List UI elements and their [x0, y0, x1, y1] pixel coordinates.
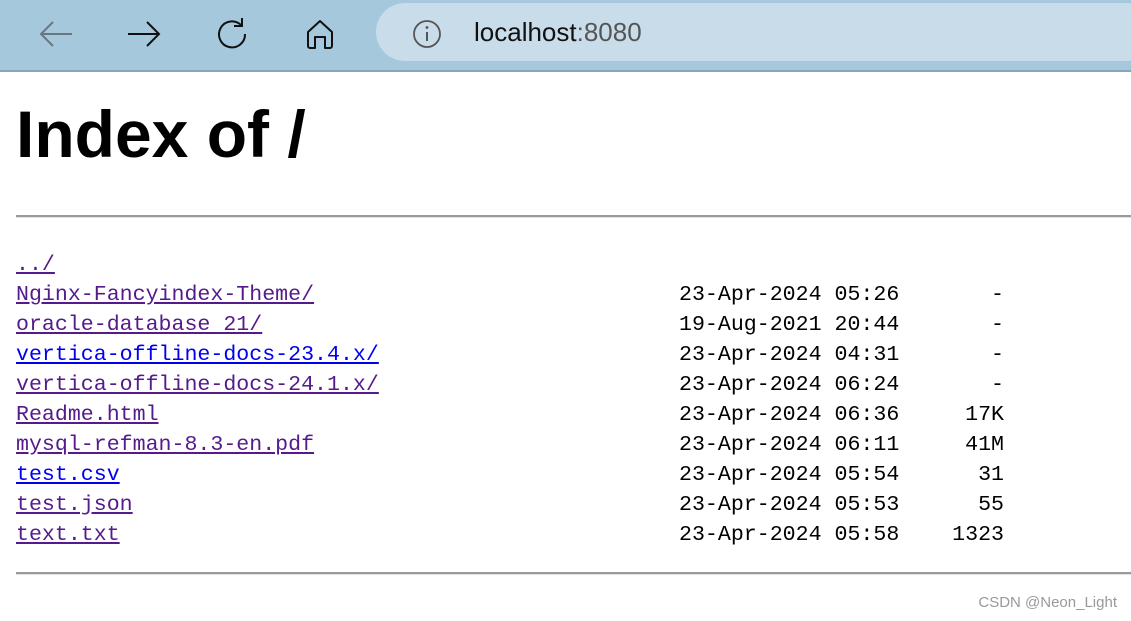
modified-date: 23-Apr-2024 05:26 — [679, 283, 900, 307]
file-link[interactable]: Readme.html — [16, 403, 159, 427]
reload-icon — [218, 18, 247, 49]
modified-date: 23-Apr-2024 06:24 — [679, 373, 900, 397]
page-title: Index of / — [16, 97, 306, 171]
file-size: 41M — [965, 433, 1004, 457]
file-link[interactable]: text.txt — [16, 523, 120, 547]
list-item: ../ — [16, 250, 379, 280]
file-size: 31 — [978, 463, 1004, 487]
list-item: text.txt 23-Apr-2024 05:58 1323 — [16, 520, 1004, 550]
watermark: CSDN @Neon_Light — [978, 594, 1117, 611]
file-link[interactable]: vertica-offline-docs-24.1.x/ — [16, 373, 379, 397]
file-link[interactable]: test.csv — [16, 463, 120, 487]
file-size: - — [991, 283, 1004, 307]
info-icon[interactable] — [412, 19, 442, 49]
file-link[interactable]: vertica-offline-docs-23.4.x/ — [16, 343, 379, 367]
modified-date: 23-Apr-2024 06:36 — [679, 403, 900, 427]
divider-bottom — [16, 572, 1131, 575]
list-item: test.json 23-Apr-2024 05:53 55 — [16, 490, 1004, 520]
file-size: 55 — [978, 493, 1004, 517]
reload-button[interactable] — [212, 14, 252, 54]
address-bar[interactable]: localhost:8080 — [376, 3, 1131, 61]
browser-toolbar: localhost:8080 — [0, 0, 1131, 72]
home-icon — [307, 20, 333, 49]
modified-date: 23-Apr-2024 05:54 — [679, 463, 900, 487]
back-arrow-icon — [39, 21, 72, 47]
file-listing: ../ Nginx-Fancyindex-Theme/23-Apr-2024 05… — [16, 250, 1004, 550]
file-link[interactable]: ../ — [16, 253, 55, 277]
list-item: oracle-database 21/19-Aug-2021 20:44 - — [16, 310, 1004, 340]
home-button[interactable] — [300, 14, 340, 54]
forward-button[interactable] — [124, 14, 164, 54]
file-size: - — [991, 373, 1004, 397]
modified-date: 19-Aug-2021 20:44 — [679, 313, 900, 337]
file-link[interactable]: mysql-refman-8.3-en.pdf — [16, 433, 314, 457]
file-size: - — [991, 343, 1004, 367]
file-link[interactable]: test.json — [16, 493, 133, 517]
url-host: localhost — [474, 17, 577, 47]
file-size: - — [991, 313, 1004, 337]
file-size: 1323 — [952, 523, 1004, 547]
list-item: vertica-offline-docs-24.1.x/23-Apr-2024 … — [16, 370, 1004, 400]
list-item: mysql-refman-8.3-en.pdf 23-Apr-2024 06:11… — [16, 430, 1004, 460]
list-item: test.csv 23-Apr-2024 05:54 31 — [16, 460, 1004, 490]
file-link[interactable]: oracle-database 21/ — [16, 313, 262, 337]
url-port: :8080 — [576, 17, 642, 47]
modified-date: 23-Apr-2024 06:11 — [679, 433, 900, 457]
list-item: Readme.html 23-Apr-2024 06:36 17K — [16, 400, 1004, 430]
forward-arrow-icon — [128, 21, 161, 47]
file-link[interactable]: Nginx-Fancyindex-Theme/ — [16, 283, 314, 307]
modified-date: 23-Apr-2024 04:31 — [679, 343, 900, 367]
file-size: 17K — [965, 403, 1004, 427]
back-button[interactable] — [36, 14, 76, 54]
divider-top — [16, 215, 1131, 218]
modified-date: 23-Apr-2024 05:53 — [679, 493, 900, 517]
url-text[interactable]: localhost:8080 — [474, 17, 642, 48]
list-item: Nginx-Fancyindex-Theme/23-Apr-2024 05:26… — [16, 280, 1004, 310]
modified-date: 23-Apr-2024 05:58 — [679, 523, 900, 547]
list-item: vertica-offline-docs-23.4.x/23-Apr-2024 … — [16, 340, 1004, 370]
